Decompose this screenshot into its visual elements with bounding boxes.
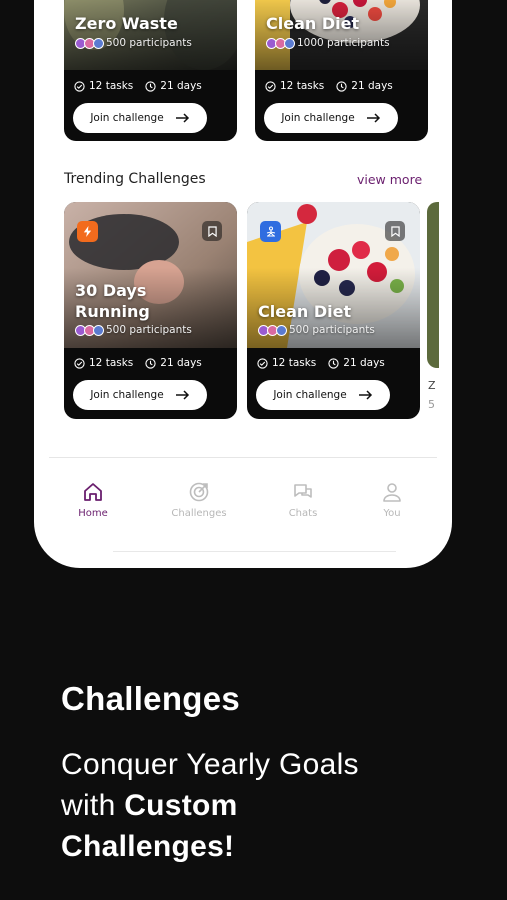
- avatar-stack: [258, 324, 287, 336]
- tab-label: Chats: [288, 508, 318, 519]
- promo-tagline: Conquer Yearly Goals with Custom Challen…: [61, 744, 481, 867]
- tasks-count: 12 tasks: [89, 80, 134, 92]
- card-meta: 12 tasks 21 days: [74, 357, 227, 369]
- join-challenge-button[interactable]: Join challenge: [256, 380, 390, 410]
- card-title-line1: 30 Days: [75, 281, 147, 300]
- join-challenge-button[interactable]: Join challenge: [73, 103, 207, 133]
- tagline-line3: Challenges!: [61, 826, 481, 867]
- join-label: Join challenge: [273, 389, 347, 401]
- join-label: Join challenge: [281, 112, 355, 124]
- lightning-icon: [77, 221, 98, 242]
- clock-icon: [336, 80, 347, 92]
- join-challenge-button[interactable]: Join challenge: [73, 380, 207, 410]
- clock-icon: [328, 357, 339, 369]
- tab-label: Home: [78, 508, 108, 519]
- card-title: Clean Diet: [258, 302, 352, 321]
- meditation-icon: [260, 221, 281, 242]
- card-title: Zero Waste: [75, 14, 178, 33]
- challenge-card-clean-diet[interactable]: Clean Diet 1000 participants 12 tasks 21…: [255, 0, 428, 141]
- tabbar-divider: [49, 457, 437, 458]
- home-icon: [84, 483, 102, 501]
- arrow-right-icon: [358, 390, 372, 400]
- join-challenge-button[interactable]: Join challenge: [264, 103, 398, 133]
- tasks-count: 12 tasks: [280, 80, 325, 92]
- card-meta: 12 tasks 21 days: [74, 80, 227, 92]
- tagline-line3-bold: Challenges!: [61, 830, 235, 863]
- check-circle-icon: [265, 80, 276, 92]
- chat-icon: [294, 484, 312, 498]
- participants-count: 500 participants: [75, 324, 192, 336]
- next-card-peek-title: Z: [428, 379, 436, 392]
- participants-label: 1000 participants: [297, 37, 390, 49]
- view-more-link[interactable]: view more: [357, 172, 422, 187]
- bookmark-icon[interactable]: [202, 221, 222, 241]
- participants-label: 500 participants: [289, 324, 375, 336]
- tab-label: Challenges: [171, 508, 227, 519]
- tasks-count: 12 tasks: [89, 357, 134, 369]
- join-label: Join challenge: [90, 389, 164, 401]
- clock-icon: [145, 80, 156, 92]
- days-count: 21 days: [351, 80, 393, 92]
- bookmark-icon[interactable]: [385, 221, 405, 241]
- card-meta: 12 tasks 21 days: [265, 80, 418, 92]
- join-label: Join challenge: [90, 112, 164, 124]
- tab-home[interactable]: Home: [53, 481, 133, 519]
- home-indicator: [113, 551, 396, 552]
- card-image: [64, 0, 237, 70]
- tagline-line2-plain: with: [61, 789, 125, 822]
- participants-count: 500 participants: [258, 324, 375, 336]
- tagline-line2-bold: Custom: [124, 789, 238, 822]
- card-title: Clean Diet: [266, 14, 360, 33]
- challenge-card-running[interactable]: 30 Days Running 500 participants 12 task…: [64, 202, 237, 419]
- check-circle-icon: [74, 357, 85, 369]
- tab-chats[interactable]: Chats: [263, 481, 343, 519]
- card-meta: 12 tasks 21 days: [257, 357, 410, 369]
- tab-challenges[interactable]: Challenges: [159, 481, 239, 519]
- tab-label: You: [383, 508, 401, 519]
- check-circle-icon: [257, 357, 268, 369]
- tasks-count: 12 tasks: [272, 357, 317, 369]
- tab-you[interactable]: You: [352, 481, 432, 519]
- challenge-card-zero-waste[interactable]: Zero Waste 500 participants 12 tasks 21 …: [64, 0, 237, 141]
- days-count: 21 days: [160, 80, 202, 92]
- days-count: 21 days: [160, 357, 202, 369]
- card-title-line2: Running: [75, 302, 150, 321]
- next-card-peek[interactable]: [427, 202, 439, 368]
- promo-headline: Challenges: [61, 680, 241, 717]
- tagline-line1: Conquer Yearly Goals: [61, 748, 359, 781]
- challenge-card-clean-diet-trending[interactable]: Clean Diet 500 participants 12 tasks 21 …: [247, 202, 420, 419]
- card-image: [255, 0, 428, 70]
- arrow-right-icon: [175, 113, 189, 123]
- arrow-right-icon: [175, 390, 189, 400]
- phone-screen: Zero Waste 500 participants 12 tasks 21 …: [34, 0, 452, 568]
- participants-label: 500 participants: [106, 37, 192, 49]
- participants-count: 1000 participants: [266, 37, 390, 49]
- next-card-peek-count: 5: [428, 398, 435, 411]
- participants-count: 500 participants: [75, 37, 192, 49]
- tagline-line2: with Custom: [61, 785, 481, 826]
- clock-icon: [145, 357, 156, 369]
- days-count: 21 days: [343, 357, 385, 369]
- arrow-right-icon: [366, 113, 380, 123]
- participants-label: 500 participants: [106, 324, 192, 336]
- check-circle-icon: [74, 80, 85, 92]
- user-icon: [383, 483, 401, 502]
- section-title: Trending Challenges: [64, 171, 206, 187]
- target-icon: [189, 482, 209, 502]
- avatar-stack: [266, 37, 295, 49]
- avatar-stack: [75, 37, 104, 49]
- avatar-stack: [75, 324, 104, 336]
